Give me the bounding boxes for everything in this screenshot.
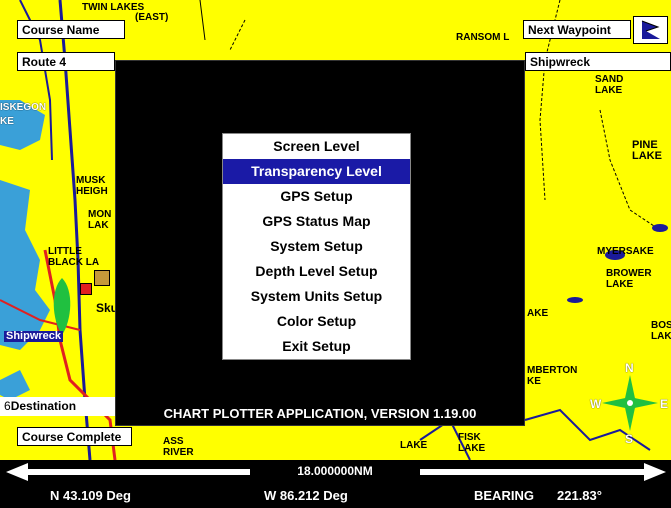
compass-s-label: S bbox=[625, 432, 634, 446]
menu-item-system-units-setup[interactable]: System Units Setup bbox=[223, 284, 410, 309]
map-label-mon-lak: MON LAK bbox=[88, 209, 112, 231]
menu-item-gps-setup[interactable]: GPS Setup bbox=[223, 184, 410, 209]
compass-n-label: N bbox=[625, 361, 634, 375]
map-label-sand-lake: SAND LAKE bbox=[595, 74, 624, 96]
version-text: CHART PLOTTER APPLICATION, VERSION 1.19.… bbox=[163, 406, 477, 421]
menu-item-screen-level[interactable]: Screen Level bbox=[223, 134, 410, 159]
map-label-musk-heigh: MUSK HEIGH bbox=[76, 175, 108, 197]
map-label-bostw-lake: BOSTW LAKE bbox=[651, 320, 671, 342]
destination-prefix: 6 bbox=[4, 399, 11, 413]
latitude-readout: N 43.109 Deg bbox=[50, 488, 131, 503]
destination-label: 6Destination bbox=[0, 397, 115, 416]
scale-bar: 18.000000NM bbox=[0, 460, 671, 484]
map-label-ransom: RANSOM L bbox=[456, 32, 510, 43]
map-label-east: (EAST) bbox=[135, 12, 169, 23]
map-label-little-black: LITTLE BLACK LA bbox=[48, 246, 100, 268]
map-label-ass-river: ASS RIVER bbox=[163, 436, 194, 458]
compass-w-label: W bbox=[590, 397, 602, 411]
map-label-mberton: MBERTON bbox=[527, 365, 578, 376]
scale-label: 18.000000NM bbox=[297, 464, 373, 478]
compass-icon bbox=[602, 375, 658, 431]
menu-item-color-setup[interactable]: Color Setup bbox=[223, 309, 410, 334]
map-label-shipwreck: Shipwreck bbox=[4, 330, 64, 342]
course-name-label: Course Name bbox=[17, 20, 125, 39]
next-waypoint-field[interactable]: Shipwreck bbox=[525, 52, 671, 71]
destination-label-text: Destination bbox=[10, 399, 77, 413]
map-label-brower-lake: BROWER LAKE bbox=[606, 268, 652, 290]
menu-item-depth-level-setup[interactable]: Depth Level Setup bbox=[223, 259, 410, 284]
map-label-myers-lake: MYERSAKE bbox=[597, 246, 654, 257]
setup-dialog: Screen Level Transparency Level GPS Setup G… bbox=[115, 60, 525, 426]
bearing-value: 221.83° bbox=[557, 488, 602, 503]
chart-map[interactable]: TWIN LAKES (EAST) RANSOM L ISKEGON KE MU… bbox=[0, 0, 671, 460]
course-name-field[interactable]: Route 4 bbox=[17, 52, 115, 71]
compass-e-label: E bbox=[660, 397, 669, 411]
menu-item-gps-status-map[interactable]: GPS Status Map bbox=[223, 209, 410, 234]
next-waypoint-label: Next Waypoint bbox=[523, 20, 631, 39]
boat-icon[interactable] bbox=[80, 283, 92, 295]
longitude-readout: W 86.212 Deg bbox=[264, 488, 348, 503]
bearing-label: BEARING bbox=[474, 488, 534, 503]
menu-item-exit-setup[interactable]: Exit Setup bbox=[223, 334, 410, 359]
map-label-ke: KE bbox=[0, 116, 14, 127]
setup-menu: Screen Level Transparency Level GPS Setup G… bbox=[222, 133, 411, 360]
menu-item-system-setup[interactable]: System Setup bbox=[223, 234, 410, 259]
map-label-iskegon: ISKEGON bbox=[0, 102, 47, 113]
waypoint-flag-icon[interactable] bbox=[633, 16, 668, 44]
skull-icon[interactable] bbox=[94, 270, 110, 286]
course-complete-field[interactable]: Course Complete bbox=[17, 427, 132, 446]
status-bar: N 43.109 Deg W 86.212 Deg BEARING 221.83… bbox=[0, 484, 671, 508]
map-label-ke2: KE bbox=[527, 376, 541, 387]
menu-item-transparency-level[interactable]: Transparency Level bbox=[223, 159, 410, 184]
map-label-lake-bottom: LAKE bbox=[400, 440, 428, 451]
map-label-ake: AKE bbox=[527, 308, 549, 319]
map-label-pine-lake: PINE LAKE bbox=[632, 139, 662, 162]
map-label-fisk-lake: FISK LAKE bbox=[458, 432, 486, 454]
